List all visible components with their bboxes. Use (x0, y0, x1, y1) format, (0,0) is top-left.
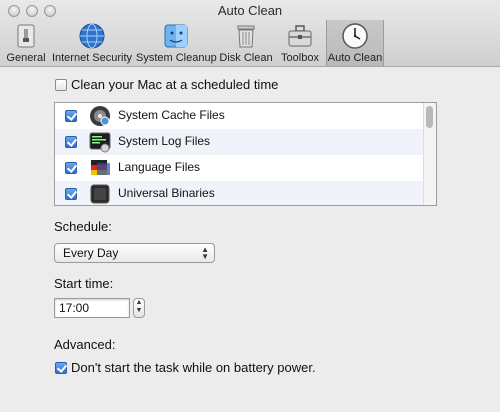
item-checkbox[interactable] (65, 110, 77, 122)
advanced-label: Advanced: (54, 337, 116, 352)
finder-icon (164, 24, 188, 48)
battery-power-checkbox[interactable] (55, 362, 67, 374)
schedule-value: Every Day (63, 246, 119, 260)
list-item[interactable]: System Cache Files (55, 103, 425, 129)
item-checkbox[interactable] (65, 136, 77, 148)
stepper-down-icon[interactable]: ▼ (134, 307, 144, 315)
list-scrollbar[interactable] (423, 103, 436, 205)
start-time-value: 17:00 (59, 301, 90, 315)
up-down-arrows-icon: ▲ ▼ (201, 245, 209, 261)
item-label: Language Files (118, 160, 201, 174)
toolbar-item-system-cleanup[interactable]: System Cleanup (136, 20, 217, 66)
preferences-window: Auto Clean General Internet Security Sys… (0, 0, 500, 412)
list-item[interactable]: Universal Binaries (55, 181, 425, 205)
toolbar-item-label: Toolbox (281, 52, 319, 64)
cache-icon (90, 106, 110, 126)
item-checkbox[interactable] (65, 188, 77, 200)
binary-icon (90, 184, 110, 204)
trash-icon (237, 25, 255, 48)
item-label: System Cache Files (118, 108, 225, 122)
item-label: Universal Binaries (118, 186, 215, 200)
start-time-field[interactable]: 17:00 (54, 298, 130, 318)
console-log-icon (89, 132, 111, 153)
start-time-label: Start time: (54, 276, 114, 291)
toolbar-item-internet-security[interactable]: Internet Security (50, 20, 134, 66)
clean-items-list[interactable]: System Cache Files System Log Files Lang… (54, 102, 437, 206)
stepper-up-icon[interactable]: ▲ (134, 299, 144, 307)
window-title: Auto Clean (217, 3, 283, 18)
schedule-label: Schedule: (54, 219, 112, 234)
language-flags-icon (91, 160, 110, 175)
toolbar-item-label: Internet Security (51, 52, 133, 64)
switch-icon (17, 24, 35, 48)
toolbar-item-toolbox[interactable]: Toolbox (276, 20, 324, 66)
toolbox-icon (288, 25, 312, 47)
start-time-stepper[interactable]: ▲ ▼ (133, 298, 145, 318)
item-checkbox[interactable] (65, 162, 77, 174)
globe-icon (79, 23, 105, 49)
toolbar-item-label: General (6, 52, 46, 64)
schedule-select[interactable]: Every Day ▲ ▼ (54, 243, 215, 263)
scheduled-clean-checkbox[interactable] (55, 79, 67, 91)
clock-icon (342, 23, 368, 49)
toolbar-item-disk-clean[interactable]: Disk Clean (218, 20, 274, 66)
item-label: System Log Files (118, 134, 211, 148)
scheduled-clean-label: Clean your Mac at a scheduled time (71, 77, 279, 92)
toolbar-item-general[interactable]: General (4, 20, 48, 66)
toolbar: Auto Clean General Internet Security Sys… (0, 0, 500, 67)
toolbar-item-label: System Cleanup (136, 52, 217, 64)
toolbar-item-label: Disk Clean (219, 52, 273, 64)
list-item[interactable]: Language Files (55, 155, 425, 181)
list-item[interactable]: System Log Files (55, 129, 425, 155)
toolbar-item-auto-clean[interactable]: Auto Clean (326, 20, 384, 66)
battery-power-label: Don't start the task while on battery po… (71, 360, 316, 375)
scrollbar-thumb[interactable] (426, 106, 433, 128)
toolbar-item-label: Auto Clean (327, 52, 383, 64)
